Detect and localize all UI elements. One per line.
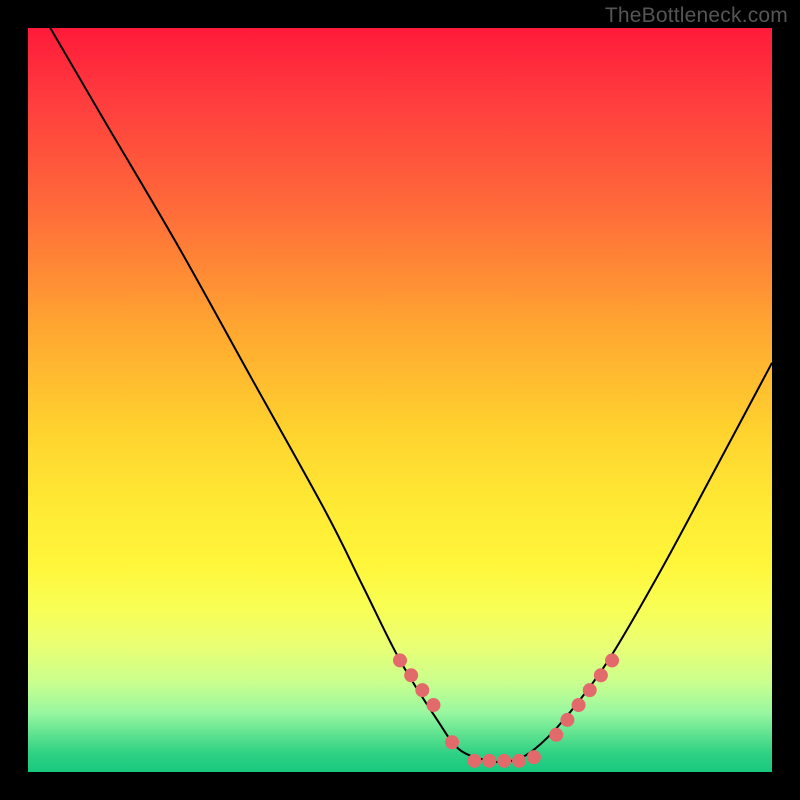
highlight-dot [426, 698, 440, 712]
highlight-dot [415, 683, 429, 697]
highlight-dot [482, 754, 496, 768]
highlight-dot [467, 754, 481, 768]
bottleneck-curve [50, 28, 772, 762]
highlight-dot [594, 668, 608, 682]
highlight-dot [549, 728, 563, 742]
highlight-dot [404, 668, 418, 682]
highlight-dot [572, 698, 586, 712]
watermark-label: TheBottleneck.com [605, 4, 788, 28]
highlight-dot [445, 735, 459, 749]
highlight-dot [527, 750, 541, 764]
highlight-dot [583, 683, 597, 697]
plot-area [28, 28, 772, 772]
chart-container: TheBottleneck.com [0, 0, 800, 800]
chart-svg [28, 28, 772, 772]
highlight-dot [393, 653, 407, 667]
highlight-dots-group [393, 653, 619, 767]
highlight-dot [560, 713, 574, 727]
highlight-dot [497, 754, 511, 768]
highlight-dot [512, 754, 526, 768]
highlight-dot [605, 653, 619, 667]
